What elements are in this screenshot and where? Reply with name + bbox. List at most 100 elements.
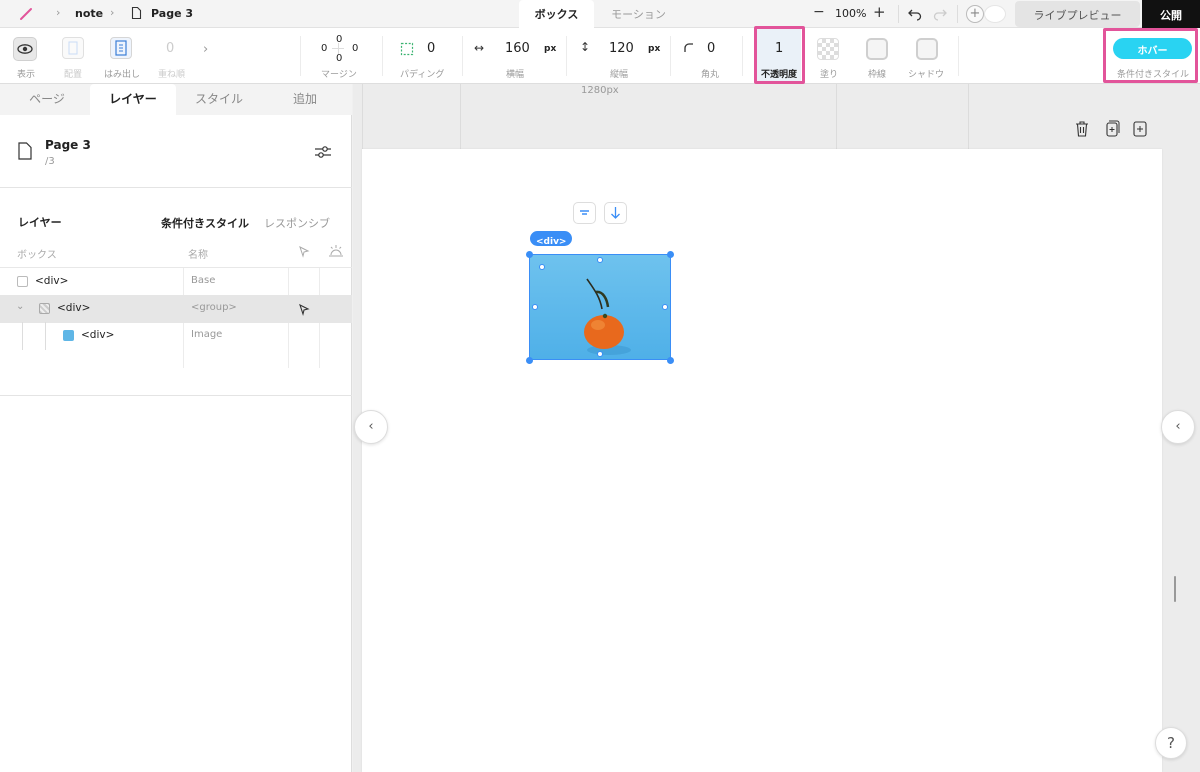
sunrise-icon bbox=[329, 245, 343, 257]
resize-handle[interactable] bbox=[526, 357, 533, 364]
resize-handle[interactable] bbox=[667, 357, 674, 364]
opacity-highlight bbox=[754, 26, 805, 84]
page-icon bbox=[131, 6, 142, 20]
chevron-left-icon: ‹ bbox=[368, 419, 374, 434]
overflow-icon bbox=[115, 40, 127, 56]
live-preview-button[interactable]: ライブプレビュー bbox=[1015, 1, 1140, 27]
layout-icon bbox=[68, 41, 78, 55]
duplicate-page-icon[interactable] bbox=[1104, 120, 1120, 138]
layer-row[interactable]: <div> Base bbox=[0, 268, 352, 296]
rotate-handle[interactable] bbox=[539, 264, 545, 270]
layer-name: Image bbox=[191, 329, 223, 340]
tab-box-label: ボックス bbox=[534, 8, 579, 21]
chevron-right-icon[interactable]: › bbox=[203, 42, 208, 57]
padding-value[interactable]: 0 bbox=[427, 41, 435, 56]
margin-bottom[interactable]: 0 bbox=[336, 53, 342, 64]
add-collaborator-icon[interactable]: + bbox=[966, 5, 984, 23]
layer-name: <group> bbox=[191, 302, 237, 313]
tab-responsive[interactable]: レスポンシブ bbox=[264, 215, 330, 231]
height-unit[interactable]: px bbox=[648, 44, 660, 54]
margin-right[interactable]: 0 bbox=[352, 43, 358, 54]
chevron-down-icon[interactable]: ⌄ bbox=[16, 301, 24, 312]
zorder-value[interactable]: 0 bbox=[166, 41, 174, 56]
overflow-button[interactable] bbox=[110, 37, 132, 59]
padding-handle[interactable] bbox=[597, 257, 603, 263]
style-toolbar: 表示 配置 はみ出し 0 重ね順 › 0 0 0 0 マージン 0 パディング … bbox=[0, 28, 1200, 84]
zoom-level[interactable]: 100% bbox=[835, 7, 866, 20]
layer-tag: <div> bbox=[57, 302, 91, 314]
project-name[interactable]: note bbox=[75, 7, 103, 20]
publish-button[interactable]: 公開 bbox=[1142, 0, 1200, 28]
align-center-icon bbox=[580, 210, 589, 215]
margin-left[interactable]: 0 bbox=[321, 43, 327, 54]
image-icon bbox=[63, 330, 74, 341]
pen-logo-icon[interactable] bbox=[19, 7, 33, 21]
margin-top[interactable]: 0 bbox=[336, 34, 342, 45]
tab-box[interactable]: ボックス bbox=[519, 0, 594, 28]
left-panel: ページ レイヤー スタイル 追加 Page 3 /3 レイヤー 条件付きスタイル… bbox=[0, 84, 352, 772]
undo-icon[interactable] bbox=[907, 7, 923, 21]
tree-line bbox=[22, 322, 23, 350]
settings-sliders-icon[interactable] bbox=[313, 142, 333, 162]
padding-icon bbox=[400, 42, 414, 56]
resize-handle[interactable] bbox=[667, 251, 674, 258]
tab-conditional-style[interactable]: 条件付きスタイル bbox=[161, 215, 249, 231]
margin-label: マージン bbox=[321, 70, 357, 80]
selected-image[interactable] bbox=[529, 254, 671, 360]
group-icon bbox=[39, 303, 50, 314]
scrollbar[interactable] bbox=[1174, 576, 1176, 602]
layer-row[interactable]: ⌄ <div> <group> bbox=[0, 295, 352, 323]
chevron-right-icon: › bbox=[56, 6, 61, 19]
tab-layers[interactable]: レイヤー bbox=[90, 84, 176, 115]
top-bar: › note › Page 3 ボックス モーション − 100% + + ライ… bbox=[0, 0, 1200, 28]
collapse-left-button[interactable]: ‹ bbox=[354, 410, 388, 444]
zoom-in-button[interactable]: + bbox=[873, 3, 886, 21]
align-button[interactable] bbox=[573, 202, 596, 224]
page-name[interactable]: Page 3 bbox=[151, 7, 193, 20]
tab-page[interactable]: ページ bbox=[4, 84, 90, 115]
zoom-out-button[interactable]: − bbox=[813, 4, 825, 20]
help-button[interactable]: ? bbox=[1155, 727, 1187, 759]
border-label: 枠線 bbox=[868, 70, 887, 80]
layer-tag: <div> bbox=[35, 275, 69, 287]
checkbox[interactable] bbox=[17, 276, 28, 287]
divider bbox=[958, 36, 959, 76]
publish-label: 公開 bbox=[1160, 9, 1182, 22]
selected-element-tag[interactable]: <div> bbox=[530, 231, 573, 247]
padding-handle[interactable] bbox=[532, 304, 538, 310]
direction-button[interactable] bbox=[604, 202, 627, 224]
overflow-label: はみ出し bbox=[104, 70, 141, 80]
width-value[interactable]: 160 bbox=[505, 41, 530, 56]
trash-icon[interactable] bbox=[1074, 120, 1090, 138]
resize-handle[interactable] bbox=[526, 251, 533, 258]
tab-motion[interactable]: モーション bbox=[596, 0, 681, 28]
divider bbox=[898, 5, 899, 23]
zorder-label: 重ね順 bbox=[158, 70, 186, 80]
divider bbox=[957, 5, 958, 23]
shadow-swatch[interactable] bbox=[916, 38, 938, 60]
tab-add[interactable]: 追加 bbox=[262, 84, 348, 115]
tab-style[interactable]: スタイル bbox=[176, 84, 262, 115]
add-page-icon[interactable] bbox=[1132, 120, 1148, 138]
visibility-toggle[interactable] bbox=[13, 37, 37, 61]
padding-handle[interactable] bbox=[597, 351, 603, 357]
height-value[interactable]: 120 bbox=[609, 41, 634, 56]
fill-swatch[interactable] bbox=[817, 38, 839, 60]
artboard[interactable] bbox=[362, 149, 1162, 772]
avatar[interactable] bbox=[984, 5, 1006, 23]
cursor-hover-icon[interactable] bbox=[297, 302, 311, 316]
place-button[interactable] bbox=[62, 37, 84, 59]
divider bbox=[0, 395, 352, 396]
layer-row[interactable]: <div> Image bbox=[0, 322, 352, 350]
width-arrow-icon: ↔ bbox=[474, 41, 485, 55]
arrow-down-icon bbox=[611, 207, 620, 219]
tab-page-label: ページ bbox=[29, 92, 65, 106]
radius-value[interactable]: 0 bbox=[707, 41, 715, 56]
border-swatch[interactable] bbox=[866, 38, 888, 60]
grid-line bbox=[836, 84, 837, 149]
width-unit[interactable]: px bbox=[544, 44, 556, 54]
shadow-label: シャドウ bbox=[908, 70, 945, 80]
redo-icon[interactable] bbox=[932, 7, 948, 21]
collapse-right-button[interactable]: ‹ bbox=[1161, 410, 1195, 444]
padding-handle[interactable] bbox=[662, 304, 668, 310]
